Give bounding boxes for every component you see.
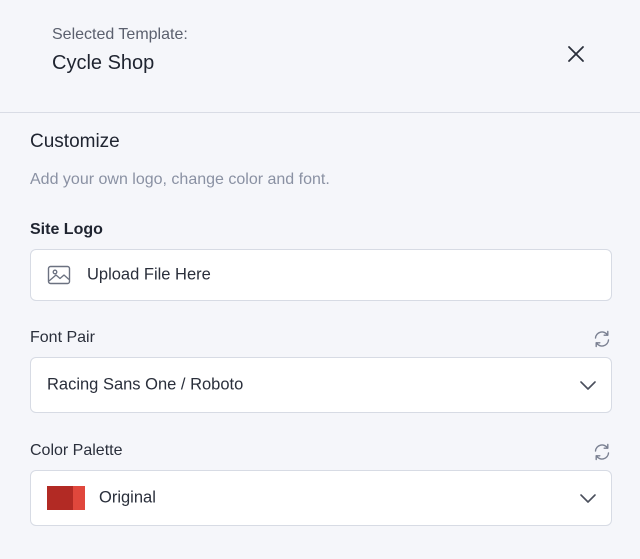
customize-title: Customize — [30, 131, 120, 152]
color-swatch-secondary — [73, 486, 85, 510]
chevron-down-icon — [580, 381, 596, 390]
font-pair-value: Racing Sans One / Roboto — [47, 375, 244, 394]
selected-template-label: Selected Template: — [52, 26, 188, 43]
font-pair-label: Font Pair — [30, 329, 95, 346]
color-palette-value: Original — [99, 488, 156, 507]
image-icon — [47, 265, 71, 285]
customize-description: Add your own logo, change color and font… — [30, 171, 330, 188]
refresh-icon[interactable] — [592, 329, 612, 349]
close-button[interactable] — [562, 40, 590, 68]
color-palette-label: Color Palette — [30, 442, 123, 459]
upload-placeholder: Upload File Here — [87, 265, 211, 284]
chevron-down-icon — [580, 494, 596, 503]
site-logo-label: Site Logo — [30, 221, 103, 238]
font-pair-select[interactable]: Racing Sans One / Roboto — [30, 357, 612, 413]
site-logo-upload-field[interactable]: Upload File Here — [30, 249, 612, 301]
selected-template-name: Cycle Shop — [52, 52, 155, 74]
color-swatch — [47, 486, 85, 510]
color-swatch-primary — [47, 486, 73, 510]
customize-panel: Selected Template: Cycle Shop Customize … — [0, 0, 640, 559]
close-icon — [568, 46, 584, 62]
panel-header: Selected Template: Cycle Shop — [0, 0, 640, 113]
color-palette-select[interactable]: Original — [30, 470, 612, 526]
refresh-icon[interactable] — [592, 442, 612, 462]
